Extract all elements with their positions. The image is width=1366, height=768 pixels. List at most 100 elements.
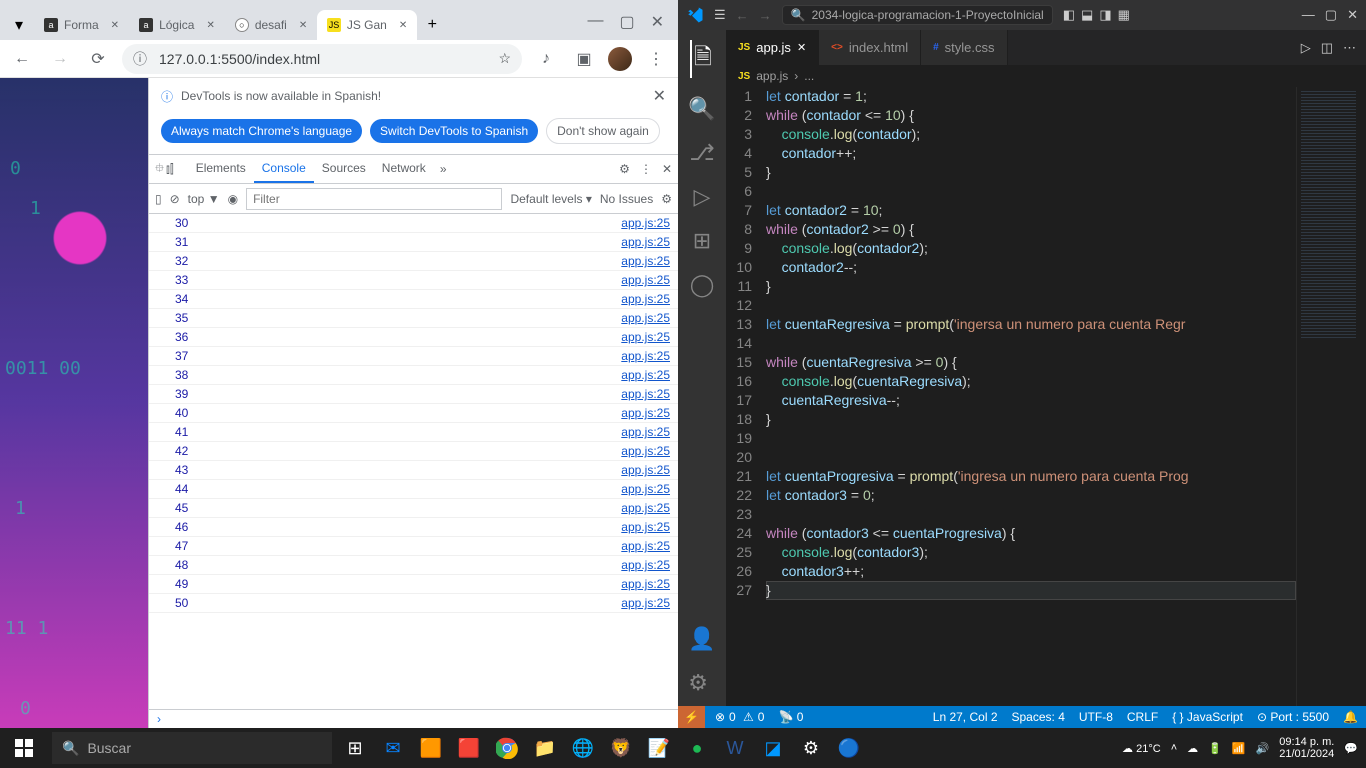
breadcrumb[interactable]: JS app.js › ... — [726, 65, 1366, 87]
log-source-link[interactable]: app.js:25 — [621, 444, 670, 458]
maximize-icon[interactable]: ▢ — [619, 12, 634, 32]
log-source-link[interactable]: app.js:25 — [621, 216, 670, 230]
more-tabs-icon[interactable]: » — [440, 162, 447, 176]
chrome-tab[interactable]: aForma✕ — [34, 10, 129, 40]
liveserver-port[interactable]: ⊙ Port : 5500 — [1257, 710, 1329, 724]
layout-left-icon[interactable]: ◧ — [1063, 7, 1075, 23]
wifi-icon[interactable]: 📶 — [1232, 742, 1246, 755]
log-source-link[interactable]: app.js:25 — [621, 501, 670, 515]
chrome-tab[interactable]: JSJS Gan✕ — [317, 10, 417, 40]
console-settings-icon[interactable]: ⚙ — [661, 192, 672, 206]
chrome-alt-icon[interactable]: 🔵 — [834, 733, 864, 763]
task-view-icon[interactable]: ⊞ — [340, 733, 370, 763]
sidebar-toggle-icon[interactable]: ▯ — [155, 192, 162, 206]
devtools-tab-sources[interactable]: Sources — [314, 155, 374, 183]
layout-bottom-icon[interactable]: ⬓ — [1081, 7, 1093, 23]
tab-close-icon[interactable]: ✕ — [206, 20, 214, 31]
chrome-tab[interactable]: aLógica✕ — [129, 10, 225, 40]
minimize-icon[interactable]: — — [1302, 7, 1315, 23]
taskbar-search[interactable]: 🔍 Buscar — [52, 732, 332, 764]
context-selector[interactable]: top ▼ — [188, 192, 220, 206]
chrome-tab[interactable]: ○desafi✕ — [225, 10, 317, 40]
layout-grid-icon[interactable]: ▦ — [1118, 7, 1130, 23]
edge-icon[interactable]: 🌐 — [568, 733, 598, 763]
battery-icon[interactable]: 🔋 — [1208, 742, 1222, 755]
log-source-link[interactable]: app.js:25 — [621, 482, 670, 496]
log-source-link[interactable]: app.js:25 — [621, 368, 670, 382]
command-center[interactable]: 🔍 2034-logica-programacion-1-ProyectoIni… — [782, 5, 1053, 25]
debug-icon[interactable]: ▷ — [694, 184, 711, 210]
volume-icon[interactable]: 🔊 — [1256, 742, 1270, 755]
eol-label[interactable]: CRLF — [1127, 710, 1158, 724]
app-icon[interactable]: 🟥 — [454, 733, 484, 763]
chrome-tablist-button[interactable]: ▾ — [4, 10, 34, 40]
devtools-menu-icon[interactable]: ⋮ — [640, 162, 652, 176]
log-levels-selector[interactable]: Default levels ▾ — [510, 192, 591, 206]
log-source-link[interactable]: app.js:25 — [621, 558, 670, 572]
new-tab-button[interactable]: + — [417, 10, 447, 40]
tab-close-icon[interactable]: ✕ — [797, 41, 806, 54]
word-icon[interactable]: W — [720, 733, 750, 763]
reload-button[interactable]: ⟳ — [84, 45, 112, 73]
start-button[interactable] — [0, 733, 48, 763]
vscode-taskbar-icon[interactable]: ◪ — [758, 733, 788, 763]
log-source-link[interactable]: app.js:25 — [621, 311, 670, 325]
chrome-icon[interactable] — [492, 733, 522, 763]
account-icon[interactable]: 👤 — [688, 626, 715, 652]
layout-right-icon[interactable]: ◨ — [1099, 7, 1111, 23]
menu-icon[interactable]: ⋮ — [642, 45, 670, 73]
explorer-icon[interactable]: 📁 — [530, 733, 560, 763]
log-source-link[interactable]: app.js:25 — [621, 463, 670, 477]
onedrive-icon[interactable]: ☁ — [1187, 742, 1198, 755]
profile-avatar[interactable] — [608, 47, 632, 71]
tab-close-icon[interactable]: ✕ — [299, 20, 307, 31]
maximize-icon[interactable]: ▢ — [1325, 7, 1337, 23]
log-source-link[interactable]: app.js:25 — [621, 539, 670, 553]
search-icon[interactable]: 🔍 — [688, 96, 715, 122]
log-source-link[interactable]: app.js:25 — [621, 330, 670, 344]
devtools-settings-icon[interactable]: ⚙ — [619, 162, 630, 176]
app-icon[interactable]: 🟧 — [416, 733, 446, 763]
nav-back-icon[interactable]: ← — [736, 8, 749, 23]
code-editor[interactable]: let contador = 1;while (contador <= 10) … — [766, 87, 1296, 706]
language-label[interactable]: { } JavaScript — [1172, 710, 1243, 724]
close-icon[interactable]: ✕ — [651, 12, 664, 32]
editor-tab[interactable]: <>index.html — [819, 30, 921, 65]
nav-fwd-icon[interactable]: → — [759, 8, 772, 23]
log-source-link[interactable]: app.js:25 — [621, 273, 670, 287]
forward-button[interactable]: → — [46, 45, 74, 73]
problems-button[interactable]: ⊗ 0 ⚠ 0 — [715, 710, 765, 724]
address-bar[interactable]: ⓘ 127.0.0.1:5500/index.html ☆ — [122, 44, 522, 74]
log-source-link[interactable]: app.js:25 — [621, 520, 670, 534]
cursor-position[interactable]: Ln 27, Col 2 — [933, 710, 998, 724]
run-icon[interactable]: ▷ — [1301, 40, 1311, 56]
music-icon[interactable]: ♪ — [532, 45, 560, 73]
devtools-tab-network[interactable]: Network — [374, 155, 434, 183]
edge-icon[interactable]: ◯ — [690, 272, 715, 298]
explorer-icon[interactable]: 🗎 — [690, 40, 712, 78]
devtools-tab-console[interactable]: Console — [254, 155, 314, 183]
editor-tab[interactable]: JSapp.js✕ — [726, 30, 819, 65]
notification-icon[interactable]: 💬 — [1344, 742, 1358, 755]
log-source-link[interactable]: app.js:25 — [621, 406, 670, 420]
inspect-icon[interactable]: ⯐ — [155, 159, 164, 180]
weather-widget[interactable]: ☁ 21°C — [1122, 742, 1161, 755]
close-icon[interactable]: ✕ — [1347, 7, 1358, 23]
console-prompt[interactable]: › — [149, 709, 678, 728]
tray-chevron-icon[interactable]: ˄ — [1171, 742, 1177, 754]
console-log-area[interactable]: 30app.js:2531app.js:2532app.js:2533app.j… — [149, 214, 678, 709]
clear-console-icon[interactable]: ⊘ — [170, 192, 180, 206]
log-source-link[interactable]: app.js:25 — [621, 387, 670, 401]
editor-tab[interactable]: #style.css — [921, 30, 1007, 65]
devtools-tab-elements[interactable]: Elements — [188, 155, 254, 183]
more-icon[interactable]: ⋯ — [1343, 40, 1356, 56]
back-button[interactable]: ← — [8, 45, 36, 73]
star-icon[interactable]: ☆ — [498, 50, 511, 67]
source-control-icon[interactable]: ⎇ — [689, 140, 714, 166]
devtools-close-icon[interactable]: ✕ — [662, 162, 672, 176]
remote-icon[interactable]: ⚡ — [678, 706, 705, 728]
live-expression-icon[interactable]: ◉ — [228, 192, 238, 206]
encoding-label[interactable]: UTF-8 — [1079, 710, 1113, 724]
panel-icon[interactable]: ▣ — [570, 45, 598, 73]
notifications-icon[interactable]: 🔔 — [1343, 710, 1358, 724]
